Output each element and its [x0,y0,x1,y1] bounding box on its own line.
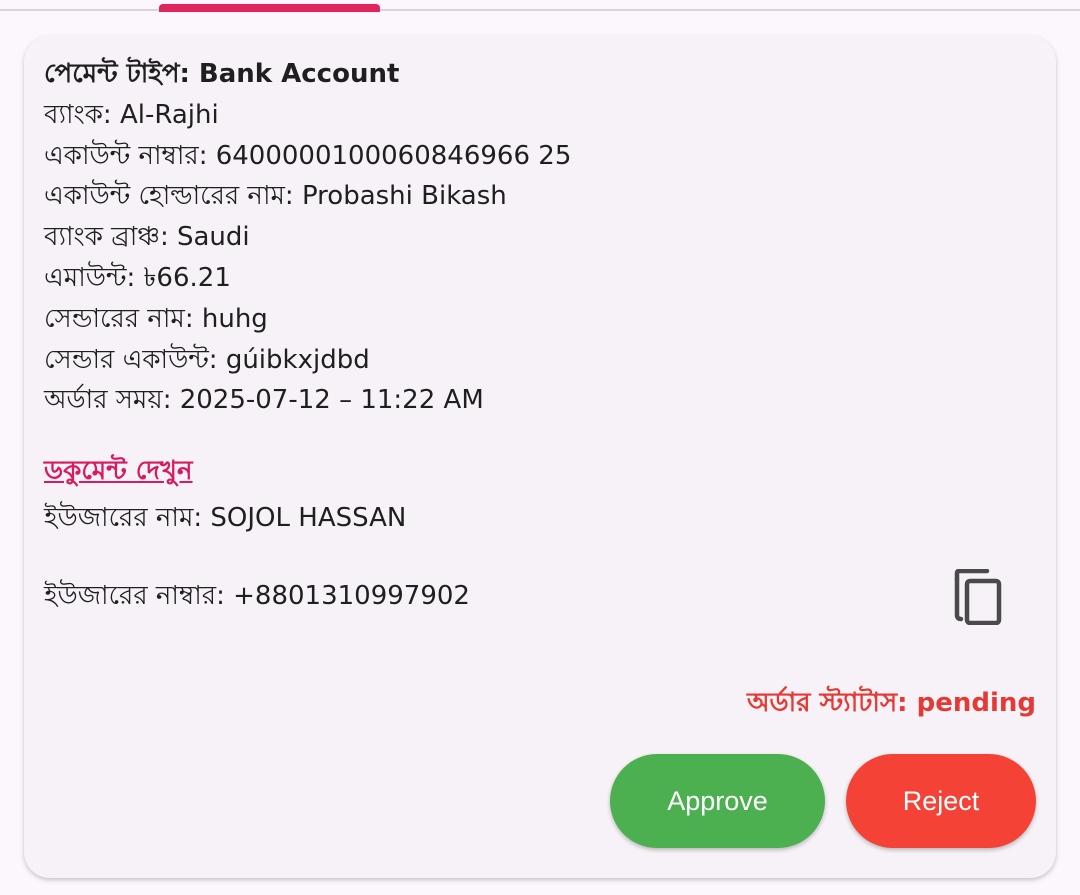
reject-button[interactable]: Reject [846,754,1036,848]
approve-button[interactable]: Approve [610,754,825,848]
sender-account: সেন্ডার একাউন্ট: gúibkxjdbd [44,345,370,375]
account-holder: একাউন্ট হোল্ডারের নাম: Probashi Bikash [44,181,507,211]
amount: এমাউন্ট: ৳66.21 [44,263,231,293]
copy-number-button[interactable] [948,566,1008,628]
copy-icon [954,569,1002,625]
order-time: অর্ডার সময়: 2025-07-12 – 11:22 AM [44,385,484,415]
account-number: একাউন্ট নাম্বার: 6400000100060846966 25 [44,141,572,171]
active-tab-indicator [159,4,380,12]
view-document-link[interactable]: ডকুমেন্ট দেখুন [44,450,193,494]
user-name: ইউজারের নাম: SOJOL HASSAN [44,503,407,533]
bank-branch: ব্যাংক ব্রাঞ্চ: Saudi [44,222,250,252]
order-card: পেমেন্ট টাইপ: Bank Account ব্যাংক: Al-Ra… [24,36,1056,878]
bank-name: ব্যাংক: Al-Rajhi [44,100,219,130]
payment-type: পেমেন্ট টাইপ: Bank Account [44,59,400,89]
user-number: ইউজারের নাম্বার: +8801310997902 [44,581,470,611]
order-status: অর্ডার স্ট্যাটাস: pending [747,688,1036,718]
sender-name: সেন্ডারের নাম: huhg [44,304,268,334]
